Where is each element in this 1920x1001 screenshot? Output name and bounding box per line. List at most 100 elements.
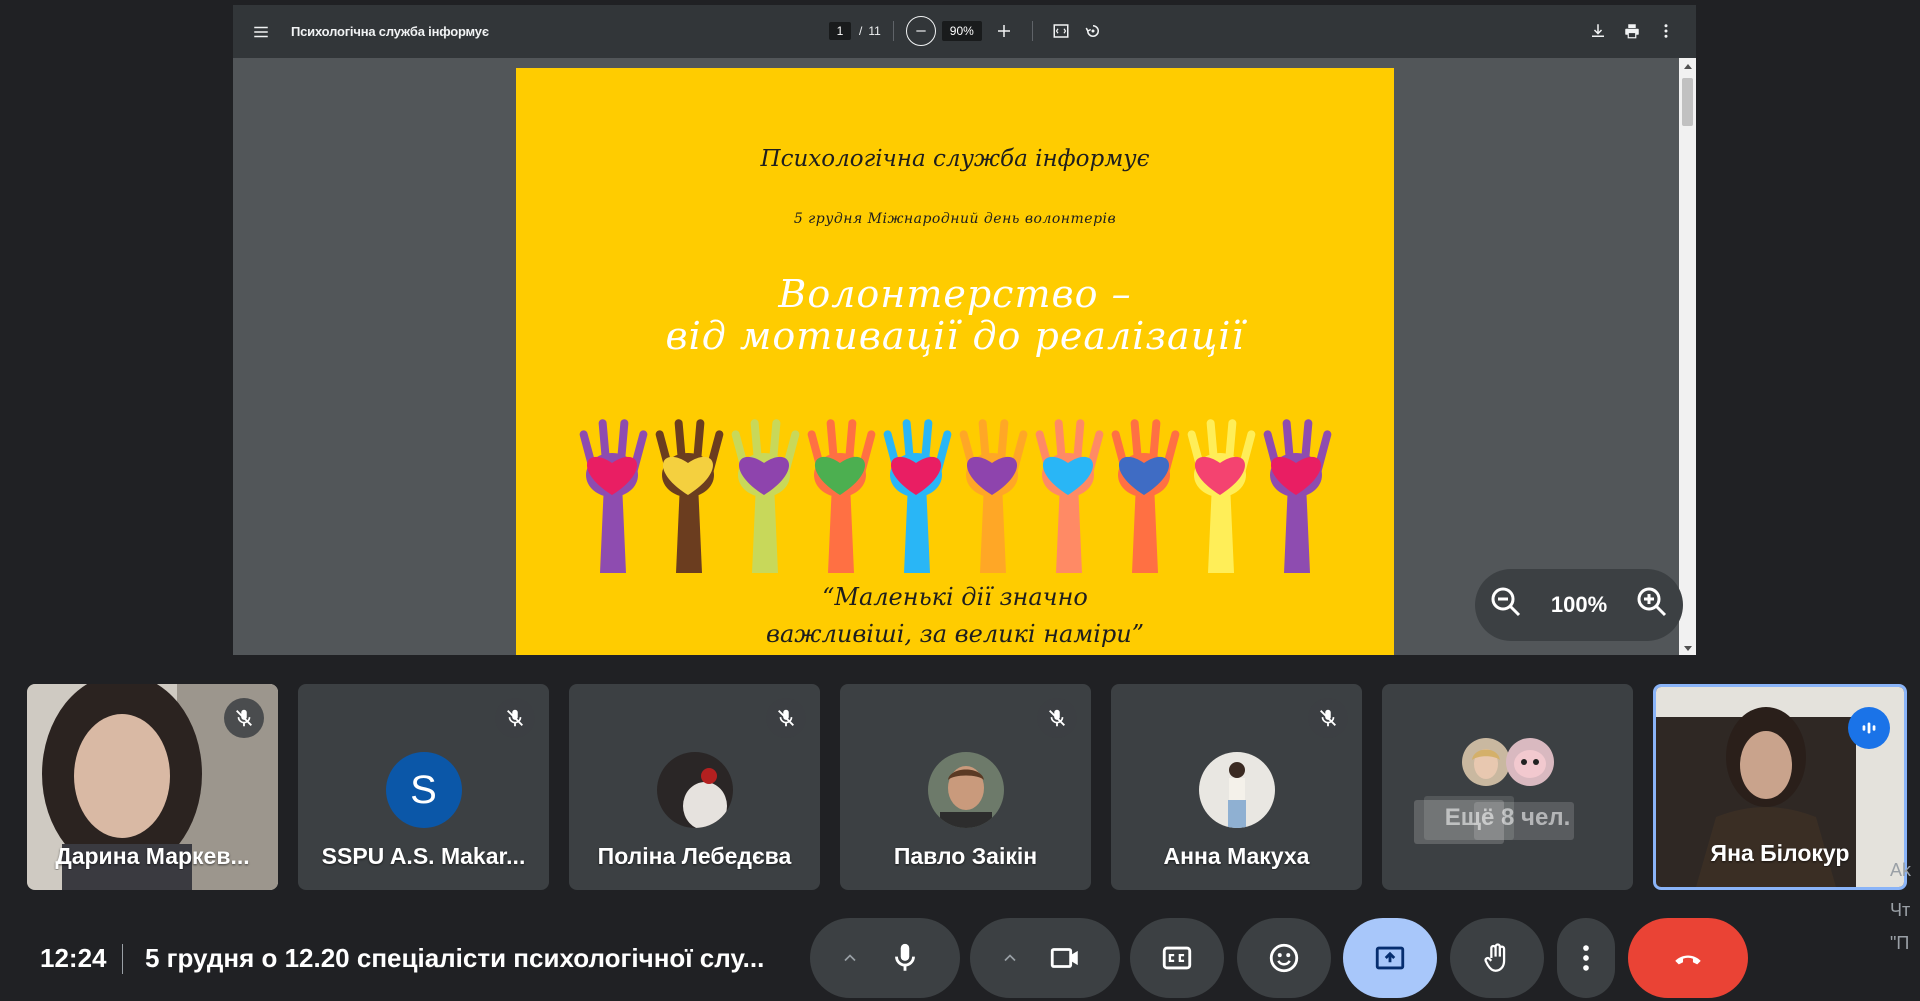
slide-heading-line2: від мотивації до реалізації <box>665 314 1245 358</box>
more-options-button[interactable] <box>1557 918 1615 998</box>
side-panel-fragment: Ak <box>1890 860 1912 880</box>
avatar <box>1506 738 1554 786</box>
more-participants-count: Ещё 8 чел. <box>1444 804 1571 831</box>
pdf-page: Психологічна служба інформує 5 грудня Мі… <box>516 68 1394 655</box>
side-panel-fragment: "П <box>1890 933 1910 953</box>
scroll-up-arrow[interactable] <box>1684 64 1692 69</box>
scroll-down-arrow[interactable] <box>1684 646 1692 651</box>
hand-icon <box>1484 943 1506 972</box>
menu-icon[interactable] <box>245 16 277 48</box>
participant-name: Яна Білокур <box>1710 840 1850 866</box>
muted-indicator <box>766 698 806 738</box>
rotate-icon[interactable] <box>1077 15 1109 47</box>
hand-heart <box>1035 419 1104 573</box>
hand-heart <box>959 419 1028 573</box>
download-icon[interactable] <box>1582 15 1614 47</box>
toolbar-divider <box>892 21 894 41</box>
vertical-scrollbar[interactable] <box>1679 58 1696 655</box>
slide-quote-line2: важливіші, за великі наміри” <box>766 620 1144 648</box>
participant-tile[interactable]: Поліна Лебедєва <box>569 684 820 890</box>
zoom-in-icon[interactable] <box>1635 585 1669 625</box>
clock: 12:24 <box>40 943 107 973</box>
captions-button[interactable] <box>1130 918 1224 998</box>
hand-heart <box>807 419 876 573</box>
avatar <box>927 752 1004 828</box>
microphone-control <box>810 918 960 998</box>
zoom-out-button[interactable] <box>905 16 936 46</box>
zoom-level-input[interactable]: 90% <box>941 21 982 41</box>
present-screen-icon <box>1375 946 1405 970</box>
participant-tile[interactable]: Дарина Маркев... <box>27 684 278 890</box>
zoom-out-icon[interactable] <box>1489 585 1523 625</box>
more-participants-tile[interactable]: Ещё 8 чел. <box>1382 684 1633 890</box>
page-total: 11 <box>868 24 881 38</box>
hand-heart <box>731 419 800 573</box>
muted-indicator <box>1037 698 1077 738</box>
zoom-in-button[interactable] <box>988 15 1020 47</box>
present-now-button[interactable] <box>1343 918 1437 998</box>
participant-name: Дарина Маркев... <box>55 843 250 869</box>
zoom-overlay: 100% <box>1475 569 1683 641</box>
hand-heart <box>655 419 724 573</box>
mic-off-icon <box>1049 709 1065 727</box>
hand-heart <box>883 419 952 573</box>
pdf-toolbar: Психологічна служба інформує 1 / 11 90% <box>233 5 1696 58</box>
hand-heart <box>1263 419 1332 573</box>
reactions-button[interactable] <box>1237 918 1331 998</box>
more-vert-icon <box>1583 945 1589 971</box>
participant-name: Поліна Лебедєва <box>597 843 792 869</box>
chevron-up-icon <box>1004 954 1016 962</box>
video-options-button[interactable] <box>990 948 1030 968</box>
speaking-indicator-icon <box>1848 707 1890 749</box>
pdf-page-area[interactable]: Психологічна служба інформує 5 грудня Мі… <box>233 58 1696 655</box>
call-end-icon <box>1675 955 1701 965</box>
hand-heart <box>579 419 648 573</box>
more-vert-icon[interactable] <box>1650 15 1682 47</box>
slide-quote-line1: “Маленькі дії значно <box>822 583 1088 611</box>
page-separator: / <box>859 24 863 38</box>
document-title: Психологічна служба інформує <box>291 24 489 39</box>
page-zoom-controls: 1 / 11 90% <box>829 15 1109 47</box>
avatar <box>1198 752 1275 828</box>
participant-tile[interactable]: S SSPU A.S. Makar... <box>298 684 549 890</box>
raise-hand-button[interactable] <box>1450 918 1544 998</box>
participant-tile[interactable]: Анна Макуха <box>1111 684 1362 890</box>
chevron-up-icon <box>844 954 856 962</box>
participant-tile[interactable]: Павло Заікін <box>840 684 1091 890</box>
hands-with-hearts-illustration <box>579 419 1332 573</box>
participant-name: SSPU A.S. Makar... <box>321 843 526 869</box>
muted-indicator <box>495 698 535 738</box>
toolbar-actions <box>1582 15 1682 47</box>
scrollbar-thumb[interactable] <box>1682 78 1693 126</box>
microphone-button[interactable] <box>870 941 940 975</box>
hand-heart <box>1111 419 1180 573</box>
fit-page-icon[interactable] <box>1045 15 1077 47</box>
toolbar-divider <box>1031 21 1033 41</box>
meeting-title[interactable]: 5 грудня о 12.20 спеціалісти психологічн… <box>145 943 764 974</box>
slide-heading-line1: Волонтерство – <box>778 272 1132 316</box>
hand-heart <box>1187 419 1256 573</box>
mic-off-icon <box>507 709 523 727</box>
divider <box>122 944 123 974</box>
closed-captions-icon <box>1162 946 1192 970</box>
muted-indicator <box>224 698 264 738</box>
participant-tile-active[interactable]: Яна Білокур <box>1653 684 1907 890</box>
print-icon[interactable] <box>1616 15 1648 47</box>
participant-name: Павло Заікін <box>893 843 1038 869</box>
camera-control <box>970 918 1120 998</box>
pdf-viewer: Психологічна служба інформує 1 / 11 90% <box>233 5 1696 655</box>
audio-options-button[interactable] <box>830 948 870 968</box>
camera-button[interactable] <box>1030 941 1100 975</box>
participant-name: Анна Макуха <box>1163 843 1310 869</box>
avatar: S <box>385 752 462 828</box>
mic-off-icon <box>236 709 252 727</box>
muted-indicator <box>1308 698 1348 738</box>
leave-call-button[interactable] <box>1628 918 1748 998</box>
emoji-icon <box>1269 943 1299 973</box>
zoom-overlay-value: 100% <box>1550 592 1608 617</box>
slide-date-line: 5 грудня Міжнародний день волонтерів <box>793 211 1117 227</box>
page-number-input[interactable]: 1 <box>829 22 851 40</box>
slide-quote: “Маленькі дії значно важливіші, за велик… <box>516 579 1394 653</box>
avatar <box>656 752 733 828</box>
videocam-icon <box>1050 948 1078 968</box>
